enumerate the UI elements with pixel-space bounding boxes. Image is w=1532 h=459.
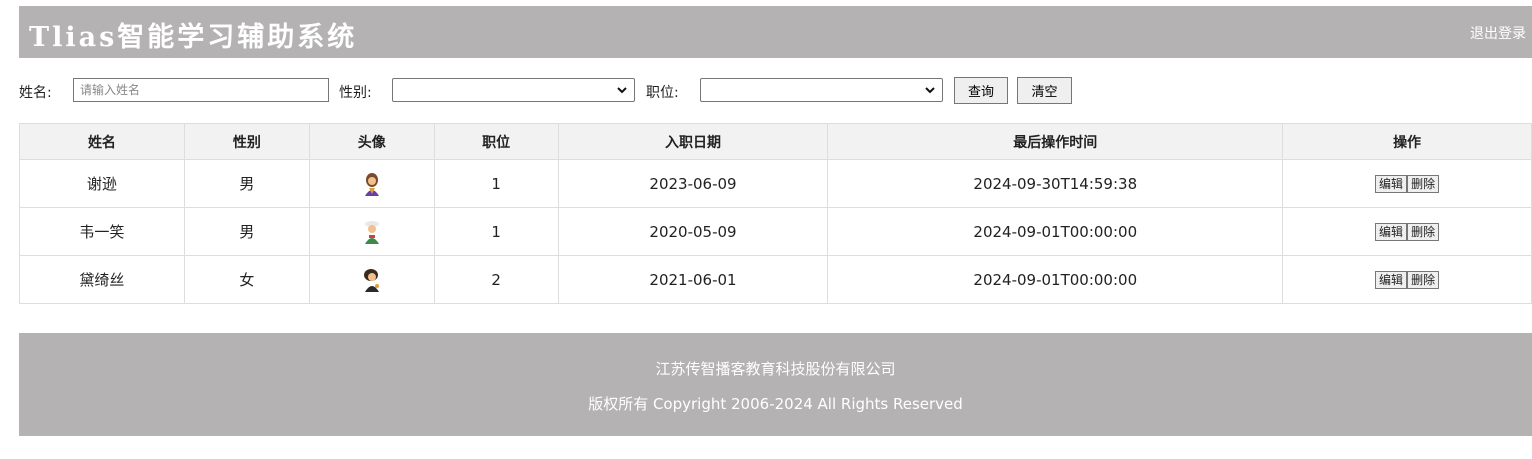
cell-gender: 女 bbox=[183, 255, 310, 304]
gender-select[interactable] bbox=[392, 78, 635, 102]
cell-job: 1 bbox=[433, 159, 559, 208]
cell-actions: 编辑 删除 bbox=[1282, 159, 1532, 208]
cell-entry-date: 2020-05-09 bbox=[557, 207, 829, 256]
avatar-icon bbox=[363, 268, 379, 292]
delete-button[interactable]: 删除 bbox=[1407, 270, 1440, 289]
query-button[interactable]: 查询 bbox=[954, 77, 1008, 104]
table-row: 韦一笑 男 1 2020-05-09 2024-09-01T00:00:00 编… bbox=[19, 207, 1532, 256]
chevron-down-icon bbox=[617, 87, 627, 94]
job-select[interactable] bbox=[700, 78, 943, 102]
edit-button[interactable]: 编辑 bbox=[1375, 270, 1408, 289]
cell-update-time: 2024-09-01T00:00:00 bbox=[827, 207, 1284, 256]
col-header-job: 职位 bbox=[433, 123, 559, 160]
cell-update-time: 2024-09-30T14:59:38 bbox=[827, 159, 1284, 208]
footer-copyright: 版权所有 Copyright 2006-2024 All Rights Rese… bbox=[588, 395, 963, 413]
col-header-avatar: 头像 bbox=[308, 123, 435, 160]
cell-job: 1 bbox=[433, 207, 559, 256]
delete-button[interactable]: 删除 bbox=[1407, 222, 1440, 241]
cell-gender: 男 bbox=[183, 159, 310, 208]
cell-update-time: 2024-09-01T00:00:00 bbox=[827, 255, 1284, 304]
clear-button[interactable]: 清空 bbox=[1017, 77, 1072, 104]
col-header-actions: 操作 bbox=[1282, 123, 1532, 160]
employee-table: 姓名 性别 头像 职位 入职日期 最后操作时间 操作 谢逊 男 1 2023-0… bbox=[19, 123, 1532, 304]
col-header-entry-date: 入职日期 bbox=[557, 123, 829, 160]
table-row: 谢逊 男 1 2023-06-09 2024-09-30T14:59:38 编辑… bbox=[19, 159, 1532, 208]
logout-link[interactable]: 退出登录 bbox=[1470, 23, 1526, 43]
table-row: 黛绮丝 女 2 2021-06-01 2024-09-01T00:00:00 编… bbox=[19, 255, 1532, 304]
job-label: 职位: bbox=[646, 85, 679, 101]
gender-label: 性别: bbox=[339, 85, 372, 101]
search-form: 姓名: 性别: 职位: 查询 清空 bbox=[19, 77, 1119, 104]
cell-name: 韦一笑 bbox=[19, 207, 185, 256]
cell-avatar bbox=[308, 159, 435, 208]
edit-button[interactable]: 编辑 bbox=[1375, 174, 1408, 193]
avatar-icon bbox=[364, 220, 379, 244]
cell-entry-date: 2021-06-01 bbox=[557, 255, 829, 304]
cell-actions: 编辑 删除 bbox=[1282, 207, 1532, 256]
header-bar: Tlias智能学习辅助系统 退出登录 bbox=[19, 6, 1532, 58]
cell-avatar bbox=[308, 255, 435, 304]
cell-name: 黛绮丝 bbox=[19, 255, 185, 304]
cell-actions: 编辑 删除 bbox=[1282, 255, 1532, 304]
name-label: 姓名: bbox=[19, 85, 52, 101]
cell-name: 谢逊 bbox=[19, 159, 185, 208]
cell-gender: 男 bbox=[183, 207, 310, 256]
chevron-down-icon bbox=[925, 87, 935, 94]
table-header-row: 姓名 性别 头像 职位 入职日期 最后操作时间 操作 bbox=[19, 123, 1532, 160]
name-input[interactable] bbox=[73, 78, 329, 102]
col-header-update-time: 最后操作时间 bbox=[827, 123, 1284, 160]
edit-button[interactable]: 编辑 bbox=[1375, 222, 1408, 241]
delete-button[interactable]: 删除 bbox=[1407, 174, 1440, 193]
avatar-icon bbox=[364, 172, 379, 196]
cell-avatar bbox=[308, 207, 435, 256]
col-header-name: 姓名 bbox=[19, 123, 185, 160]
cell-job: 2 bbox=[433, 255, 559, 304]
cell-entry-date: 2023-06-09 bbox=[557, 159, 829, 208]
footer-company: 江苏传智播客教育科技股份有限公司 bbox=[655, 360, 896, 378]
footer: 江苏传智播客教育科技股份有限公司 版权所有 Copyright 2006-202… bbox=[19, 333, 1532, 436]
col-header-gender: 性别 bbox=[183, 123, 310, 160]
app-title: Tlias智能学习辅助系统 bbox=[29, 22, 358, 53]
